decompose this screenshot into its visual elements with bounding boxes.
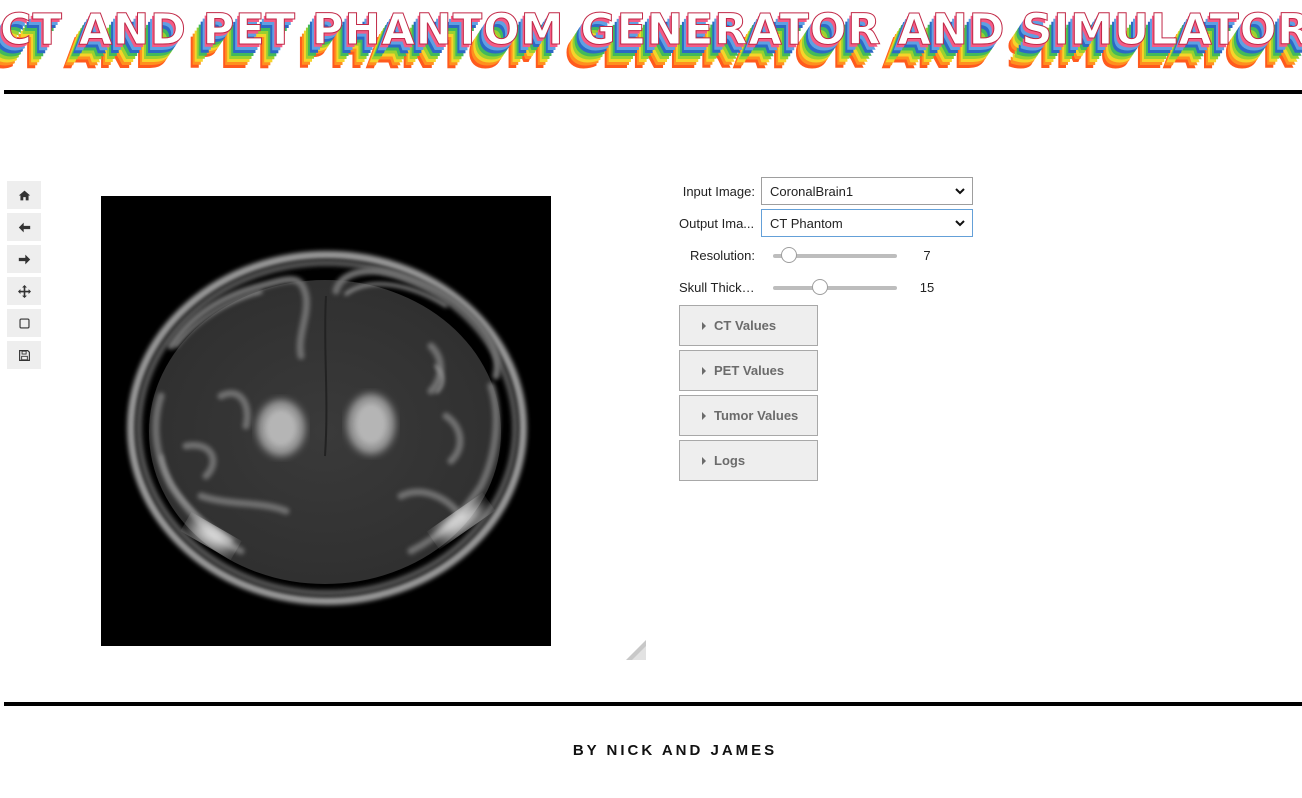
- skull-thickness-value: 15: [919, 279, 935, 295]
- output-image-value: CT Phantom: [770, 215, 843, 231]
- tumor-values-label: Tumor Values: [714, 408, 799, 423]
- ct-values-accordion[interactable]: CT Values: [679, 305, 818, 346]
- skull-thickness-thumb[interactable]: [812, 279, 829, 295]
- logs-label: Logs: [714, 453, 746, 468]
- resolution-value: 7: [923, 247, 931, 263]
- skull-thickness-row: Skull Thickn... 15: [679, 273, 957, 301]
- resolution-thumb[interactable]: [781, 247, 798, 263]
- chevron-down-icon: [955, 220, 965, 227]
- forward-button[interactable]: [7, 245, 41, 273]
- footer-divider: [4, 702, 1302, 706]
- caret-right-icon: [702, 321, 706, 330]
- save-icon: [18, 349, 30, 361]
- caret-right-icon: [702, 411, 706, 420]
- resolution-slider[interactable]: [773, 241, 897, 269]
- caret-right-icon: [702, 456, 706, 465]
- pet-values-accordion[interactable]: PET Values: [679, 350, 818, 391]
- resolution-label: Resolution:: [689, 247, 755, 263]
- phantom-image[interactable]: [101, 196, 551, 646]
- output-image-label: Output Ima...: [679, 215, 755, 231]
- pan-button[interactable]: [7, 277, 41, 305]
- caret-right-icon: [702, 366, 706, 375]
- header-divider: [4, 90, 1302, 94]
- tumor-values-accordion[interactable]: Tumor Values: [679, 395, 818, 436]
- input-image-row: Input Image: CoronalBrain1: [679, 177, 973, 205]
- zoom-rect-icon: [18, 317, 30, 329]
- figure-toolbar: [7, 181, 41, 373]
- input-image-value: CoronalBrain1: [770, 183, 854, 199]
- skull-thickness-label: Skull Thickn...: [679, 279, 760, 295]
- save-button[interactable]: [7, 341, 41, 369]
- zoom-button[interactable]: [7, 309, 41, 337]
- input-image-label: Input Image:: [682, 183, 755, 199]
- home-button[interactable]: [7, 181, 41, 209]
- pet-values-label: PET Values: [714, 363, 785, 378]
- home-icon: [18, 190, 30, 200]
- back-button[interactable]: [7, 213, 41, 241]
- arrow-left-icon: [18, 222, 30, 232]
- move-icon: [17, 284, 31, 298]
- logs-accordion[interactable]: Logs: [679, 440, 818, 481]
- resolution-row: Resolution: 7: [679, 241, 957, 269]
- page-title: CT AND PET PHANTOM GENERATOR AND SIMULAT…: [0, 5, 1302, 56]
- arrow-right-icon: [18, 254, 30, 264]
- skull-thickness-track: [773, 286, 897, 290]
- resize-handle-icon[interactable]: [626, 640, 646, 660]
- ct-values-label: CT Values: [714, 318, 777, 333]
- skull-thickness-slider[interactable]: [773, 273, 897, 301]
- chevron-down-icon: [955, 188, 965, 195]
- input-image-select[interactable]: CoronalBrain1: [761, 177, 973, 205]
- output-image-row: Output Ima... CT Phantom: [679, 209, 973, 237]
- footer-credit: BY NICK AND JAMES: [572, 742, 778, 759]
- output-image-select[interactable]: CT Phantom: [761, 209, 973, 237]
